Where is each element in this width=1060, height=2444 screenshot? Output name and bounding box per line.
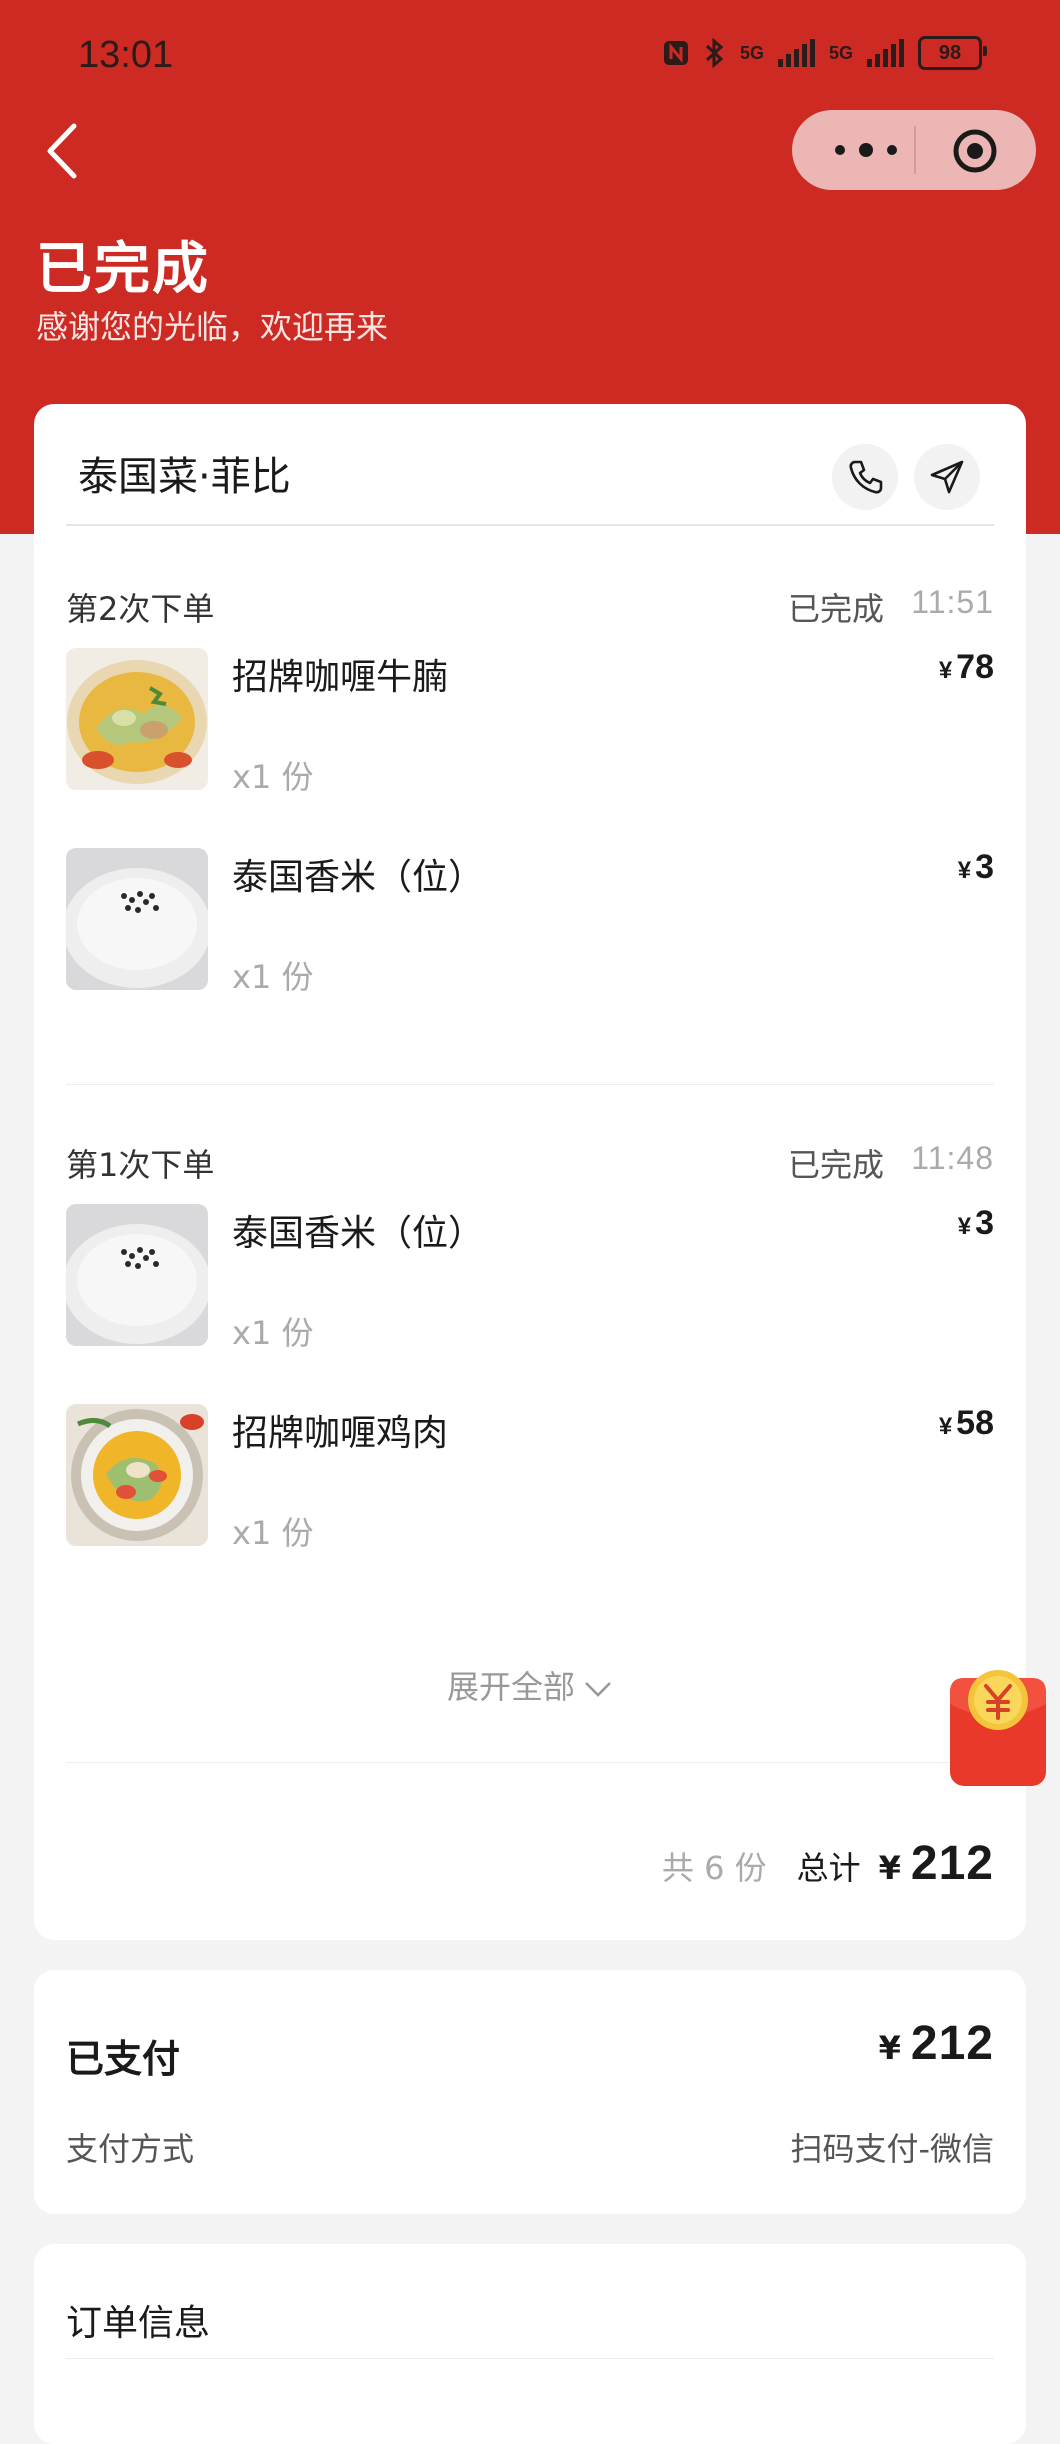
dish-price-value: 78 bbox=[956, 648, 994, 686]
dish-price-value: 3 bbox=[975, 1204, 994, 1242]
back-button[interactable] bbox=[40, 118, 90, 184]
dish-quantity: x1 份 bbox=[232, 1514, 314, 1552]
status-icons: 5G 5G 98 bbox=[662, 36, 987, 70]
divider bbox=[66, 524, 994, 526]
paid-amount: 212 bbox=[910, 2017, 994, 2070]
mini-program-capsule bbox=[792, 110, 1036, 190]
order-batch-header: 第1次下单 已完成 11:48 bbox=[66, 1140, 994, 1184]
more-dots-icon[interactable] bbox=[826, 136, 906, 164]
dish-image-rice bbox=[66, 848, 208, 990]
divider bbox=[66, 1084, 994, 1085]
order-batch-status: 已完成 bbox=[787, 1146, 884, 1184]
dish-price: ¥78 bbox=[939, 648, 994, 687]
dish-image-curry-chicken bbox=[66, 1404, 208, 1546]
order-item[interactable]: 泰国香米（位） ¥3 x1 份 bbox=[66, 1204, 994, 1352]
divider bbox=[66, 1762, 994, 1763]
dish-name: 泰国香米（位） bbox=[232, 1213, 485, 1254]
currency-symbol: ¥ bbox=[938, 657, 953, 684]
currency-symbol: ¥ bbox=[878, 2029, 901, 2067]
order-totals: 共 6 份 总计 ¥ 212 bbox=[662, 1836, 994, 1891]
dish-price-value: 3 bbox=[975, 848, 994, 886]
phone-icon bbox=[849, 460, 883, 494]
total-amount: 212 bbox=[910, 1837, 994, 1890]
navigation-icon bbox=[930, 460, 964, 494]
payment-method-value: 扫码支付-微信 bbox=[790, 2130, 994, 2168]
network-label-1: 5G bbox=[739, 42, 764, 63]
dish-name: 泰国香米（位） bbox=[232, 857, 485, 898]
currency-symbol: ¥ bbox=[957, 857, 972, 884]
expand-all-button[interactable]: 展开全部 bbox=[34, 1662, 1026, 1708]
dish-price: ¥3 bbox=[958, 1204, 994, 1243]
dish-name: 招牌咖喱牛腩 bbox=[232, 657, 449, 698]
dish-quantity: x1 份 bbox=[232, 958, 314, 996]
expand-all-label: 展开全部 bbox=[446, 1668, 575, 1706]
divider bbox=[66, 2358, 994, 2359]
call-button[interactable] bbox=[832, 444, 898, 510]
order-item[interactable]: 泰国香米（位） ¥3 x1 份 bbox=[66, 848, 994, 996]
dish-quantity: x1 份 bbox=[232, 1314, 314, 1352]
payment-method-label: 支付方式 bbox=[66, 2130, 195, 2168]
order-batch-header: 第2次下单 已完成 11:51 bbox=[66, 584, 994, 628]
order-item[interactable]: 招牌咖喱牛腩 ¥78 x1 份 bbox=[66, 648, 994, 796]
navigate-button[interactable] bbox=[914, 444, 980, 510]
close-target-icon[interactable] bbox=[952, 128, 998, 174]
payment-card: 已支付 ¥ 212 支付方式 扫码支付-微信 bbox=[34, 1970, 1026, 2214]
dish-image-curry-beef bbox=[66, 648, 208, 790]
payment-status: 已支付 bbox=[66, 2037, 181, 2081]
signal-icon-1 bbox=[777, 39, 815, 67]
nfc-icon bbox=[663, 41, 688, 65]
dish-price: ¥58 bbox=[939, 1404, 994, 1443]
red-packet-button[interactable] bbox=[948, 1664, 1048, 1788]
order-batch-time: 11:51 bbox=[911, 584, 994, 620]
chevron-down-icon bbox=[585, 1682, 611, 1697]
order-batch-time: 11:48 bbox=[911, 1140, 994, 1176]
dish-name: 招牌咖喱鸡肉 bbox=[232, 1413, 449, 1454]
order-info-card: 订单信息 bbox=[34, 2244, 1026, 2444]
payment-amount: ¥ 212 bbox=[879, 2016, 994, 2071]
order-item[interactable]: 招牌咖喱鸡肉 ¥58 x1 份 bbox=[66, 1404, 994, 1552]
order-info-title: 订单信息 bbox=[66, 2303, 211, 2344]
status-time: 13:01 bbox=[78, 34, 174, 76]
order-batch-status: 已完成 bbox=[787, 590, 884, 628]
page-title: 已完成 bbox=[36, 237, 210, 302]
signal-icon-2 bbox=[867, 39, 904, 67]
item-count: 共 6 份 bbox=[661, 1849, 767, 1887]
dish-price-value: 58 bbox=[956, 1404, 994, 1442]
dish-image-rice bbox=[66, 1204, 208, 1346]
currency-symbol: ¥ bbox=[878, 1849, 901, 1887]
currency-symbol: ¥ bbox=[938, 1413, 953, 1440]
bluetooth-icon bbox=[705, 38, 724, 68]
red-packet-icon bbox=[950, 1670, 1046, 1786]
battery-icon: 98 bbox=[918, 36, 987, 70]
page-subtitle: 感谢您的光临，欢迎再来 bbox=[36, 308, 389, 346]
capsule-divider bbox=[914, 126, 916, 174]
total-label: 总计 bbox=[796, 1849, 861, 1887]
order-batch-label: 第2次下单 bbox=[66, 590, 215, 628]
network-label-2: 5G bbox=[828, 42, 853, 63]
dish-price: ¥3 bbox=[958, 848, 994, 887]
status-bar: 13:01 5G 5G 98 bbox=[0, 0, 1060, 112]
back-arrow-icon bbox=[47, 123, 77, 179]
order-card: 泰国菜·菲比 第2次下单 已完成 11:51 招牌咖喱牛腩 ¥78 x1 份 泰… bbox=[34, 404, 1026, 1940]
restaurant-name: 泰国菜·菲比 bbox=[78, 454, 291, 500]
dish-quantity: x1 份 bbox=[232, 758, 314, 796]
order-batch-label: 第1次下单 bbox=[66, 1146, 215, 1184]
currency-symbol: ¥ bbox=[957, 1213, 972, 1240]
